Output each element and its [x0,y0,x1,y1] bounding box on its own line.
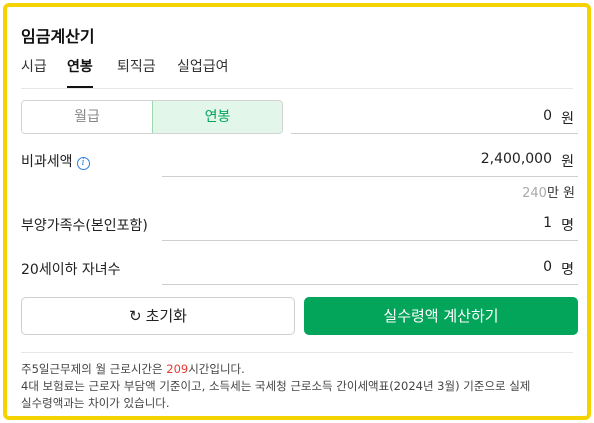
tab-severance[interactable]: 퇴직금 [117,57,156,88]
non-taxable-hint: 240만 원 [522,186,575,201]
children-unit: 명 [561,262,574,278]
note-line-3: 실수령액과는 차이가 있습니다. [21,396,170,410]
reset-button[interactable]: ↻ 초기화 [21,297,295,335]
tab-hourly[interactable]: 시급 [21,57,47,88]
dependents-label: 부양가족수(본인포함) [21,218,148,234]
info-icon[interactable]: i [76,157,90,170]
refresh-icon: ↻ [129,307,142,325]
toggle-monthly[interactable]: 월급 [22,101,152,133]
note-line-2: 4대 보험료는 근로자 부담액 기준이고, 소득세는 국세청 근로소득 간이세액… [21,379,531,393]
tab-unemployment[interactable]: 실업급여 [177,57,229,88]
salary-value: 0 [543,108,552,124]
non-taxable-value: 2,400,000 [480,151,552,167]
dependents-value: 1 [543,215,552,231]
pay-type-toggle: 월급 연봉 [21,100,283,134]
children-field[interactable]: 0 명 [162,253,578,285]
wage-calculator-panel: 임금계산기 시급 연봉 퇴직금 실업급여 월급 연봉 0 원 비과세액 i 2,4… [3,3,591,420]
page-title: 임금계산기 [21,27,95,46]
work-hours: 209 [166,362,189,376]
calculate-button[interactable]: 실수령액 계산하기 [304,297,578,335]
non-taxable-field[interactable]: 2,400,000 원 [162,145,578,177]
reset-button-label: 초기화 [145,307,187,325]
note-line-1: 주5일근무제의 월 근로시간은 209시간입니다. [21,362,245,376]
dependents-unit: 명 [561,218,574,234]
salary-unit: 원 [561,111,574,127]
toggle-annual[interactable]: 연봉 [152,101,282,133]
dependents-field[interactable]: 1 명 [162,209,578,241]
notes: 주5일근무제의 월 근로시간은 209시간입니다. 4대 보험료는 근로자 부담… [21,352,573,412]
non-taxable-unit: 원 [561,154,574,170]
non-taxable-label: 비과세액 i [21,151,90,171]
salary-field[interactable]: 0 원 [291,102,578,134]
children-value: 0 [543,259,552,275]
tab-annual[interactable]: 연봉 [67,57,93,88]
children-label: 20세이하 자녀수 [21,262,121,278]
tab-bar: 시급 연봉 퇴직금 실업급여 [21,57,573,89]
